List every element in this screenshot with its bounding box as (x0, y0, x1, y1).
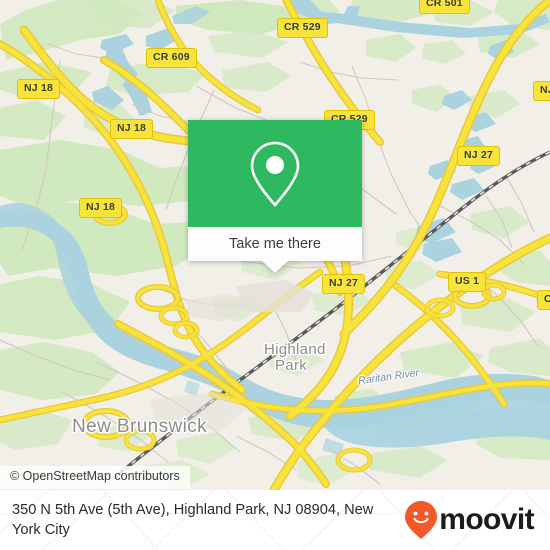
address-text: 350 N 5th Ave (5th Ave), Highland Park, … (12, 500, 404, 540)
popup-header (188, 120, 362, 227)
road-shield: CR 609 (146, 48, 197, 68)
road-shield: NJ (533, 81, 550, 101)
address-line-1: 350 N 5th Ave (5th Ave), Highland Park, … (12, 501, 341, 518)
popup-tail (262, 261, 288, 273)
road-shield: NJ 18 (79, 198, 123, 218)
map-canvas[interactable]: CR 529 CR 501 CR 609 NJ 18 CR 529 NJ 18 … (0, 0, 550, 490)
road-shield: NJ 27 (322, 274, 366, 294)
road-shield: CR 529 (277, 18, 328, 38)
osm-attribution[interactable]: © OpenStreetMap contributors (0, 466, 190, 489)
road-shield: CR 501 (419, 0, 470, 14)
moovit-smiley-pin-icon (405, 501, 438, 539)
take-me-there-label: Take me there (229, 236, 321, 252)
road-shield: NJ 18 (17, 79, 61, 99)
place-label-highland-park-line1: Highland (264, 341, 326, 358)
footer-bar: 350 N 5th Ave (5th Ave), Highland Park, … (0, 490, 550, 550)
map-pin-icon (250, 141, 300, 207)
moovit-wordmark: moovit (439, 503, 534, 536)
moovit-logo[interactable]: moovit (404, 500, 538, 540)
road-shield: C (537, 290, 550, 310)
map-screenshot: CR 529 CR 501 CR 609 NJ 18 CR 529 NJ 18 … (0, 0, 550, 550)
take-me-there-button[interactable]: Take me there (188, 227, 362, 261)
osm-attribution-text: © OpenStreetMap contributors (10, 469, 180, 483)
place-label-new-brunswick: New Brunswick (72, 416, 208, 437)
road-shield: US 1 (448, 272, 487, 292)
location-popup[interactable]: Take me there (188, 120, 362, 273)
road-shield: NJ 18 (110, 119, 154, 139)
place-label-highland-park-line2: Park (275, 357, 308, 374)
road-shield: NJ 27 (457, 146, 501, 166)
